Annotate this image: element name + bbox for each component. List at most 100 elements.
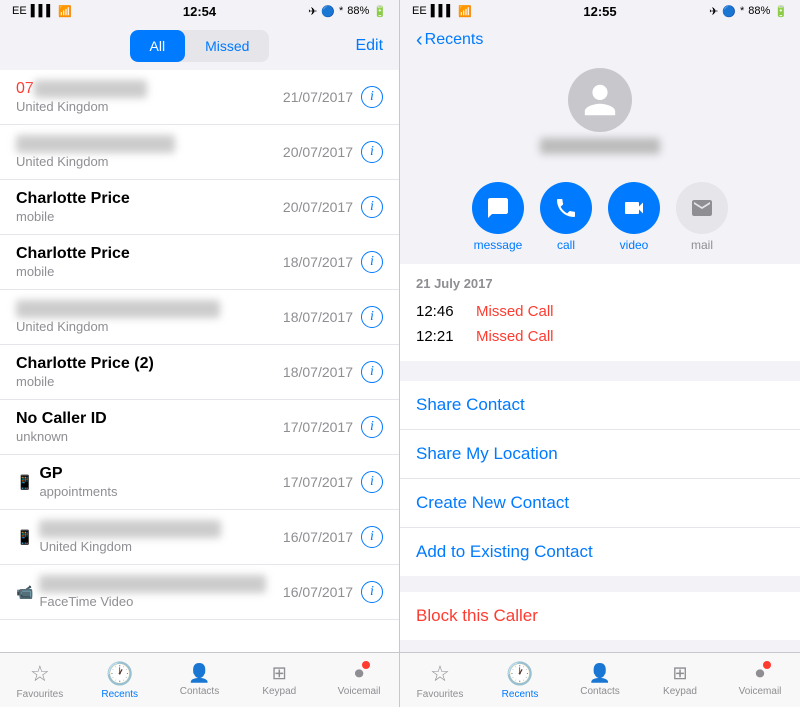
call-item-info: 07██████████ United Kingdom <box>16 80 283 114</box>
contacts-icon: 👤 <box>589 663 611 684</box>
call-sub: United Kingdom <box>16 154 283 169</box>
call-item[interactable]: ██████████████ United Kingdom 20/07/2017… <box>0 125 399 180</box>
call-item-right: 17/07/2017 i <box>283 416 383 438</box>
call-name: No Caller ID <box>16 410 283 428</box>
tab-favourites-right[interactable]: ☆ Favourites <box>400 661 480 700</box>
call-item[interactable]: 📹 ████████████████████ FaceTime Video 16… <box>0 565 399 620</box>
call-sub: mobile <box>16 209 283 224</box>
info-button[interactable]: i <box>361 196 383 218</box>
status-bar-left: EE ▌▌▌ 📶 12:54 ✈ 🔵 * 88% 🔋 <box>0 0 399 22</box>
call-date: 16/07/2017 <box>283 584 353 600</box>
voicemail-badge: ⏺ <box>756 663 765 684</box>
info-button[interactable]: i <box>361 361 383 383</box>
call-list: 07██████████ United Kingdom 21/07/2017 i… <box>0 70 399 652</box>
tab-label: Favourites <box>17 689 64 700</box>
video-icon: 📹 <box>16 584 33 601</box>
keypad-icon: ⊞ <box>672 663 687 684</box>
call-name: ████████████████████ <box>39 575 282 593</box>
call-item[interactable]: Charlotte Price mobile 18/07/2017 i <box>0 235 399 290</box>
tab-voicemail-right[interactable]: ⏺ Voicemail <box>720 663 800 697</box>
tab-label: Favourites <box>417 689 464 700</box>
tab-bar-right: ☆ Favourites 🕐 Recents 👤 Contacts ⊞ Keyp… <box>400 652 800 707</box>
info-button[interactable]: i <box>361 471 383 493</box>
tab-recents-left[interactable]: 🕐 Recents <box>80 661 160 700</box>
call-name: Charlotte Price <box>16 190 283 208</box>
tab-voicemail-left[interactable]: ⏺ Voicemail <box>319 663 399 697</box>
tab-label: Recents <box>502 689 539 700</box>
call-item[interactable]: 📱 ████████████████ United Kingdom 16/07/… <box>0 510 399 565</box>
video-circle <box>608 182 660 234</box>
tab-contacts-left[interactable]: 👤 Contacts <box>160 663 240 697</box>
tab-label: Keypad <box>262 686 296 697</box>
segment-missed[interactable]: Missed <box>185 30 269 62</box>
call-item[interactable]: Charlotte Price (2) mobile 18/07/2017 i <box>0 345 399 400</box>
mail-button[interactable]: mail <box>676 182 728 252</box>
back-label: Recents <box>425 31 484 49</box>
call-name: ████████████████ <box>39 520 282 538</box>
mail-circle <box>676 182 728 234</box>
message-button[interactable]: message <box>472 182 524 252</box>
tab-contacts-right[interactable]: 👤 Contacts <box>560 663 640 697</box>
call-sub: mobile <box>16 264 283 279</box>
info-button[interactable]: i <box>361 86 383 108</box>
add-existing-option[interactable]: Add to Existing Contact <box>400 528 800 576</box>
tab-label: Contacts <box>580 686 619 697</box>
segment-control[interactable]: All Missed <box>130 30 270 62</box>
tab-keypad-left[interactable]: ⊞ Keypad <box>239 663 319 697</box>
keypad-icon: ⊞ <box>272 663 287 684</box>
phone-icon: 📱 <box>16 529 33 546</box>
call-date: 17/07/2017 <box>283 419 353 435</box>
info-button[interactable]: i <box>361 526 383 548</box>
video-icon <box>622 196 646 220</box>
call-item-info: ██████████████ United Kingdom <box>16 135 283 169</box>
call-sub: United Kingdom <box>39 539 282 554</box>
call-item[interactable]: Charlotte Price mobile 20/07/2017 i <box>0 180 399 235</box>
call-item-info: Charlotte Price (2) mobile <box>16 355 283 389</box>
segment-all[interactable]: All <box>130 30 186 62</box>
call-item-right: 20/07/2017 i <box>283 196 383 218</box>
call-name: Charlotte Price (2) <box>16 355 283 373</box>
info-button[interactable]: i <box>361 416 383 438</box>
call-item-right: 17/07/2017 i <box>283 471 383 493</box>
call-item[interactable]: No Caller ID unknown 17/07/2017 i <box>0 400 399 455</box>
tab-label: Voicemail <box>338 686 381 697</box>
time-right: 12:55 <box>583 4 616 19</box>
call-name: 07██████████ <box>16 80 283 98</box>
person-icon <box>581 81 619 119</box>
tab-favourites-left[interactable]: ☆ Favourites <box>0 661 80 700</box>
call-item[interactable]: 07██████████ United Kingdom 21/07/2017 i <box>0 70 399 125</box>
call-sub: United Kingdom <box>16 319 283 334</box>
tab-label: Keypad <box>663 686 697 697</box>
left-panel: EE ▌▌▌ 📶 12:54 ✈ 🔵 * 88% 🔋 All Missed Ed… <box>0 0 400 707</box>
status-bar-right: EE ▌▌▌ 📶 12:55 ✈ 🔵 * 88% 🔋 <box>400 0 800 22</box>
call-item-info: Charlotte Price mobile <box>16 245 283 279</box>
call-button[interactable]: call <box>540 182 592 252</box>
video-button[interactable]: video <box>608 182 660 252</box>
call-item[interactable]: 📱 GP appointments 17/07/2017 i <box>0 455 399 510</box>
info-button[interactable]: i <box>361 251 383 273</box>
info-button[interactable]: i <box>361 581 383 603</box>
block-caller-option[interactable]: Block this Caller <box>400 592 800 640</box>
back-button[interactable]: ‹ Recents <box>416 30 483 50</box>
battery-icons-left: ✈ 🔵 * 88% 🔋 <box>308 5 387 18</box>
tab-keypad-right[interactable]: ⊞ Keypad <box>640 663 720 697</box>
info-button[interactable]: i <box>361 306 383 328</box>
share-location-option[interactable]: Share My Location <box>400 430 800 479</box>
info-button[interactable]: i <box>361 141 383 163</box>
call-name: GP <box>39 465 282 483</box>
call-date: 20/07/2017 <box>283 199 353 215</box>
call-date: 21/07/2017 <box>283 89 353 105</box>
call-item-info: ████████████████ United Kingdom <box>39 520 282 554</box>
call-item-right: 16/07/2017 i <box>283 581 383 603</box>
share-contact-option[interactable]: Share Contact <box>400 381 800 430</box>
message-circle <box>472 182 524 234</box>
recents-icon: 🕐 <box>106 661 133 687</box>
call-item[interactable]: ██████████████████ United Kingdom 18/07/… <box>0 290 399 345</box>
tab-recents-right[interactable]: 🕐 Recents <box>480 661 560 700</box>
share-location-label: Share My Location <box>416 444 558 463</box>
contact-header <box>400 58 800 170</box>
call-name: ██████████████ <box>16 135 283 153</box>
create-contact-option[interactable]: Create New Contact <box>400 479 800 528</box>
call-name: Charlotte Price <box>16 245 283 263</box>
edit-button[interactable]: Edit <box>355 37 383 55</box>
